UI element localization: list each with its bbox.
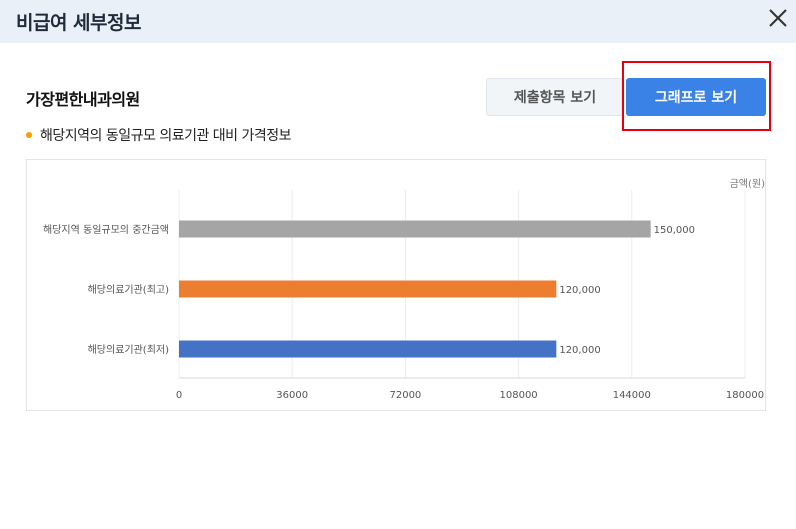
price-bar-chart: 0 36000 72000 108000 144000 180000 금액(원) 해당지역 동… (43, 178, 765, 401)
category-label-0: 해당지역 동일규모의 중간금액 (43, 223, 169, 236)
x-tick-label-3: 108000 (500, 390, 538, 401)
subtitle-text: 해당지역의 동일규모 의료기관 대비 가격정보 (40, 128, 292, 144)
x-tick-label-1: 36000 (276, 390, 308, 401)
x-tick-label-5: 180000 (726, 390, 764, 401)
bullet-icon (26, 132, 32, 138)
dialog-title: 비급여 세부정보 (16, 12, 141, 34)
value-label-1: 120,000 (559, 285, 600, 296)
value-label-0: 150,000 (654, 225, 695, 236)
view-graph-button[interactable]: 그래프로 보기 (626, 78, 766, 116)
close-icon (769, 9, 787, 27)
bar-1 (179, 280, 557, 298)
category-label-1: 해당의료기관(최고) (88, 283, 170, 296)
close-button[interactable] (766, 6, 790, 30)
unit-label: 금액(원) (730, 178, 765, 190)
dialog-header: 비급여 세부정보 (0, 0, 796, 43)
bar-0 (179, 220, 651, 238)
x-tick-label-0: 0 (176, 390, 182, 401)
category-label-2: 해당의료기관(최저) (88, 343, 170, 356)
x-tick-label-2: 72000 (389, 390, 421, 401)
x-tick-label-4: 144000 (613, 390, 651, 401)
bar-2 (179, 340, 557, 358)
clinic-name: 가장편한내과의원 (26, 90, 140, 109)
chart-container: 0 36000 72000 108000 144000 180000 금액(원) 해당지역 동… (26, 159, 766, 411)
value-label-2: 120,000 (559, 345, 600, 356)
section-subtitle: 해당지역의 동일규모 의료기관 대비 가격정보 (26, 125, 292, 145)
view-items-button[interactable]: 제출항목 보기 (486, 78, 624, 116)
